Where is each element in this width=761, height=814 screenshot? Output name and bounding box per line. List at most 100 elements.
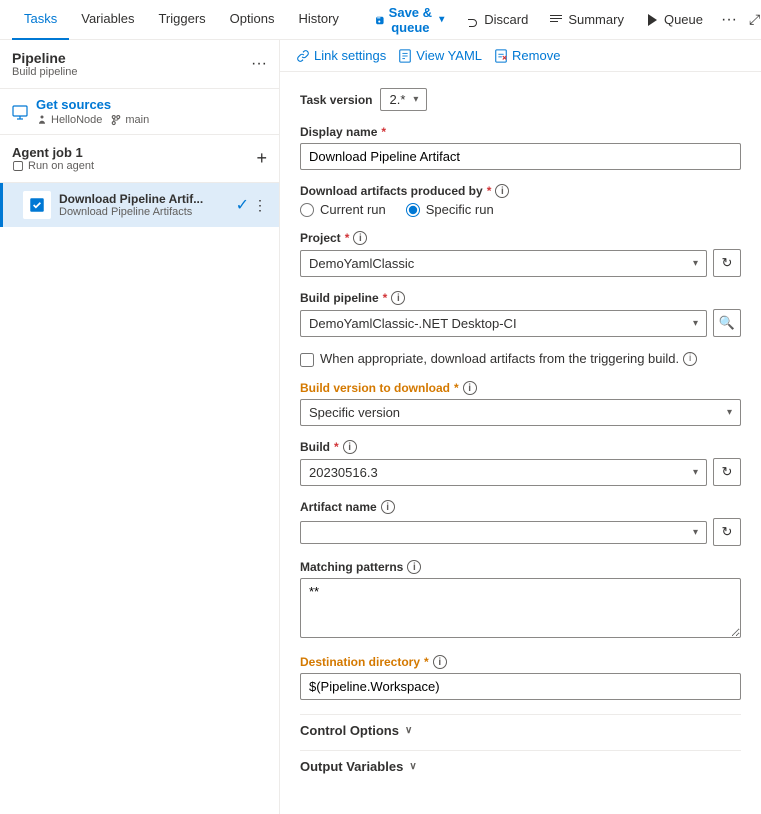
matching-patterns-input[interactable]: ** xyxy=(300,578,741,638)
output-variables-section[interactable]: Output Variables ∨ xyxy=(300,750,741,782)
triggering-build-info-icon[interactable]: i xyxy=(683,352,697,366)
task-more-button[interactable]: ⋮ xyxy=(253,197,267,214)
radio-specific-run[interactable]: Specific run xyxy=(406,202,494,217)
save-dropdown-arrow[interactable]: ▾ xyxy=(439,14,444,25)
build-pipeline-select[interactable]: DemoYamlClassic-.NET Desktop-CI ▾ xyxy=(300,310,707,337)
destination-dir-input[interactable] xyxy=(300,673,741,700)
agent-job-title: Agent job 1 xyxy=(12,145,94,160)
agent-icon xyxy=(12,160,24,172)
destination-dir-required: * xyxy=(424,655,429,669)
tab-triggers[interactable]: Triggers xyxy=(146,0,217,40)
view-yaml-label: View YAML xyxy=(416,48,482,63)
branch-icon xyxy=(110,114,122,126)
download-artifacts-info-icon[interactable]: i xyxy=(495,184,509,198)
pipeline-title: Pipeline xyxy=(12,50,77,66)
queue-label: Queue xyxy=(664,12,703,27)
triggering-build-label: When appropriate, download artifacts fro… xyxy=(320,351,697,366)
expand-button[interactable]: ⤢ xyxy=(743,7,761,32)
discard-button[interactable]: Discard xyxy=(456,6,536,34)
destination-dir-group: Destination directory * i xyxy=(300,655,741,700)
build-group: Build * i 20230516.3 ▾ ↻ xyxy=(300,440,741,486)
link-settings-label: Link settings xyxy=(314,48,386,63)
summary-icon xyxy=(548,12,564,28)
build-pipeline-info-icon[interactable]: i xyxy=(391,291,405,305)
repo-icon xyxy=(36,114,48,126)
control-options-label: Control Options xyxy=(300,723,399,738)
project-select[interactable]: DemoYamlClassic ▾ xyxy=(300,250,707,277)
radio-group: Current run Specific run xyxy=(300,202,741,217)
save-queue-button[interactable]: Save & queue ▾ xyxy=(367,6,452,34)
tab-tasks[interactable]: Tasks xyxy=(12,0,69,40)
control-options-chevron-icon: ∨ xyxy=(405,725,412,736)
triggering-build-checkbox[interactable] xyxy=(300,353,314,367)
build-info-icon[interactable]: i xyxy=(343,440,357,454)
summary-button[interactable]: Summary xyxy=(540,6,632,34)
matching-patterns-info-icon[interactable]: i xyxy=(407,560,421,574)
artifact-name-info-icon[interactable]: i xyxy=(381,500,395,514)
undo-icon xyxy=(464,12,480,28)
build-version-select[interactable]: Specific version ▾ xyxy=(300,399,741,426)
destination-dir-label: Destination directory xyxy=(300,655,420,669)
tab-options[interactable]: Options xyxy=(218,0,287,40)
output-variables-label: Output Variables xyxy=(300,759,403,774)
agent-job-row: Agent job 1 Run on agent + xyxy=(0,135,279,183)
triggering-build-row: When appropriate, download artifacts fro… xyxy=(300,351,741,367)
download-artifacts-required: * xyxy=(487,184,492,198)
project-info-icon[interactable]: i xyxy=(353,231,367,245)
more-actions-button[interactable]: ··· xyxy=(715,7,743,33)
queue-button[interactable]: Queue xyxy=(636,6,711,34)
build-select[interactable]: 20230516.3 ▾ xyxy=(300,459,707,486)
get-sources-icon xyxy=(12,104,28,120)
artifact-name-label: Artifact name xyxy=(300,500,377,514)
top-actions: Save & queue ▾ Discard Summary Queue ··· xyxy=(367,6,743,34)
version-chevron-icon: ▾ xyxy=(413,94,418,105)
radio-current-run[interactable]: Current run xyxy=(300,202,386,217)
task-item-icon xyxy=(23,191,51,219)
project-refresh-button[interactable]: ↻ xyxy=(713,249,741,277)
radio-specific-run-input[interactable] xyxy=(406,203,420,217)
link-settings-button[interactable]: Link settings xyxy=(296,48,386,63)
get-sources-label: Get sources xyxy=(36,97,149,112)
display-name-label: Display name xyxy=(300,125,377,139)
build-required: * xyxy=(334,440,339,454)
project-required: * xyxy=(345,231,350,245)
pipeline-more-button[interactable]: ··· xyxy=(251,55,267,73)
output-variables-chevron-icon: ∨ xyxy=(409,761,416,772)
build-pipeline-required: * xyxy=(383,291,388,305)
build-version-chevron-icon: ▾ xyxy=(727,407,732,418)
remove-icon xyxy=(494,49,508,63)
display-name-input[interactable] xyxy=(300,143,741,170)
save-queue-label: Save & queue xyxy=(388,5,434,35)
top-nav: Tasks Variables Triggers Options History… xyxy=(0,0,761,40)
view-yaml-button[interactable]: View YAML xyxy=(398,48,482,63)
build-version-info-icon[interactable]: i xyxy=(463,381,477,395)
add-task-button[interactable]: + xyxy=(256,148,267,169)
get-sources-item[interactable]: Get sources HelloNode main xyxy=(0,89,279,135)
artifact-name-select[interactable]: ▾ xyxy=(300,521,707,544)
artifact-name-group: Artifact name i ▾ ↻ xyxy=(300,500,741,546)
summary-label: Summary xyxy=(568,12,624,27)
radio-current-run-label: Current run xyxy=(320,202,386,217)
build-refresh-button[interactable]: ↻ xyxy=(713,458,741,486)
build-chevron-icon: ▾ xyxy=(693,467,698,478)
link-icon xyxy=(296,49,310,63)
build-pipeline-search-button[interactable]: 🔍 xyxy=(713,309,741,337)
control-options-section[interactable]: Control Options ∨ xyxy=(300,714,741,746)
yaml-icon xyxy=(398,49,412,63)
project-label: Project xyxy=(300,231,341,245)
display-name-required: * xyxy=(381,125,386,139)
agent-job-subtitle: Run on agent xyxy=(12,160,94,172)
task-item[interactable]: Download Pipeline Artif... Download Pipe… xyxy=(0,183,279,227)
task-version-row: Task version 2.* ▾ xyxy=(300,88,741,111)
task-version-select[interactable]: 2.* ▾ xyxy=(380,88,427,111)
tab-history[interactable]: History xyxy=(286,0,350,40)
destination-dir-info-icon[interactable]: i xyxy=(433,655,447,669)
artifact-name-refresh-button[interactable]: ↻ xyxy=(713,518,741,546)
build-pipeline-value: DemoYamlClassic-.NET Desktop-CI xyxy=(309,316,517,331)
tab-variables[interactable]: Variables xyxy=(69,0,146,40)
remove-button[interactable]: Remove xyxy=(494,48,560,63)
radio-current-run-input[interactable] xyxy=(300,203,314,217)
task-item-title: Download Pipeline Artif... xyxy=(59,192,228,206)
build-label: Build xyxy=(300,440,330,454)
save-icon xyxy=(375,12,384,28)
